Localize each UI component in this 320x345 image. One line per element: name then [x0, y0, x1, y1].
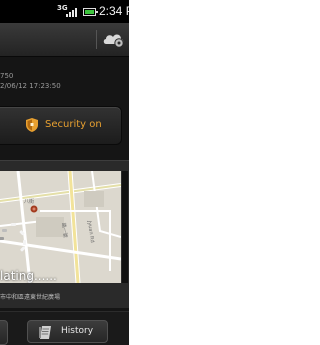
phone-screen: 3G 2:34 PM 750 2/06/12 17:23:50 Security… [0, 0, 129, 345]
map-streets: 八街 路一號 Jyuan Rd [0, 171, 121, 283]
bottom-bar: History [0, 311, 129, 345]
cloud-gear-icon[interactable] [102, 31, 126, 48]
status-bar: 3G 2:34 PM [0, 0, 129, 23]
device-info-line-1: 750 [0, 72, 14, 80]
bottom-left-button[interactable] [0, 320, 8, 345]
history-button[interactable]: History [27, 320, 108, 343]
shield-icon [26, 118, 38, 132]
title-divider [96, 30, 97, 49]
device-info-line-2: 2/06/12 17:23:50 [0, 82, 61, 90]
locating-status: lating...... [0, 269, 57, 283]
battery-icon [83, 8, 98, 16]
history-label: History [61, 326, 94, 336]
map-panel: 八街 路一號 Jyuan Rd lating...... 市中和區遠東世紀廣場 [0, 160, 129, 308]
security-status-label: Security on [45, 119, 102, 130]
map-street-label: 八街 [24, 198, 34, 205]
address-label: 市中和區遠東世紀廣場 [0, 294, 61, 301]
device-info: 750 2/06/12 17:23:50 [0, 71, 129, 91]
notebook-icon [39, 326, 51, 339]
map-scrollbar[interactable] [122, 171, 128, 283]
security-button[interactable]: Security on [0, 106, 122, 145]
title-bar [0, 23, 129, 57]
map-view[interactable]: 八街 路一號 Jyuan Rd lating...... [0, 171, 121, 283]
status-clock: 2:34 PM [99, 4, 129, 18]
signal-strength-icon [66, 7, 79, 17]
